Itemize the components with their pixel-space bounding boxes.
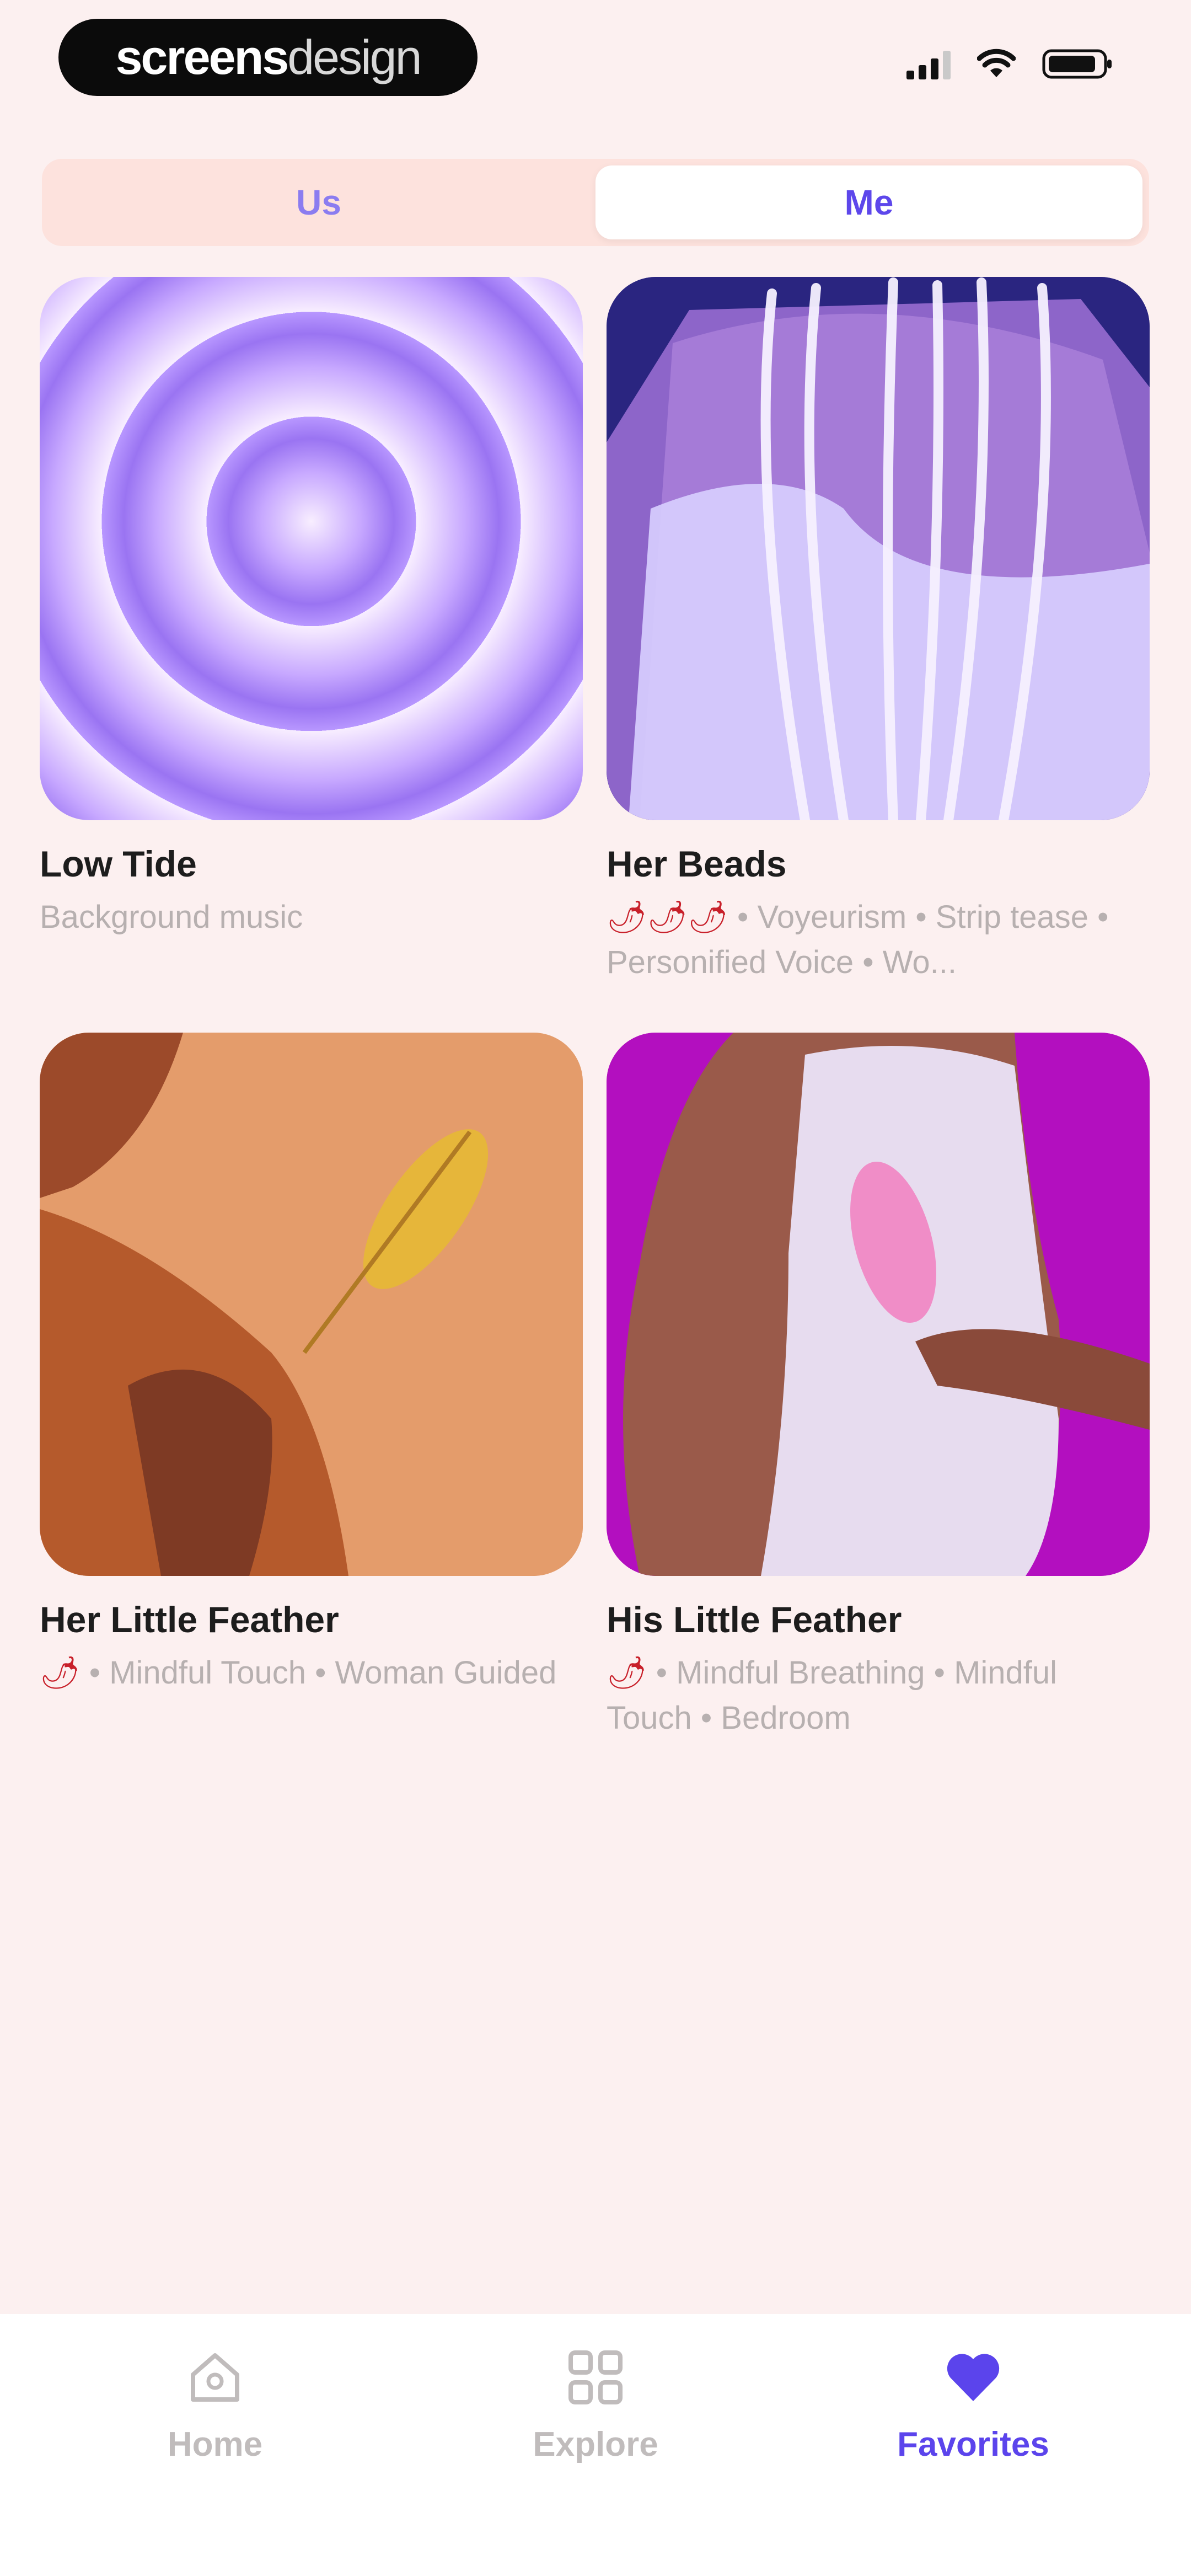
bottom-navigation: Home Explore Favorites: [0, 2314, 1191, 2576]
status-bar: screens design: [0, 0, 1191, 121]
logo-text-bold: screens: [115, 30, 289, 84]
wifi-icon: [977, 49, 1016, 77]
low-tide-artwork: [40, 277, 583, 820]
status-icons: [906, 47, 1114, 81]
card-meta: 🌶🌶🌶 • Voyeurism • Strip tease • Personif…: [607, 895, 1150, 985]
her-beads-artwork: [607, 277, 1150, 820]
nav-explore-label: Explore: [533, 2425, 658, 2463]
nav-favorites[interactable]: Favorites: [874, 2347, 1072, 2464]
card-meta: Background music: [40, 895, 583, 940]
segment-me[interactable]: Me: [596, 165, 1142, 239]
card-tags: • Mindful Touch • Woman Guided: [80, 1655, 557, 1691]
her-beads-illustration: [607, 277, 1150, 820]
nav-favorites-label: Favorites: [897, 2425, 1049, 2463]
card-low-tide[interactable]: Low Tide Background music: [40, 277, 583, 940]
feather-illustration: [40, 1033, 583, 1576]
card-her-little-feather[interactable]: Her Little Feather 🌶 • Mindful Touch • W…: [40, 1033, 583, 1696]
card-title: Her Beads: [607, 843, 787, 884]
her-little-feather-artwork: [40, 1033, 583, 1576]
card-meta: 🌶 • Mindful Breathing • Mindful Touch • …: [607, 1650, 1150, 1741]
screensdesign-logo: screens design: [58, 19, 478, 96]
nav-explore[interactable]: Explore: [496, 2347, 695, 2464]
his-little-feather-artwork: [607, 1033, 1150, 1576]
card-meta: 🌶 • Mindful Touch • Woman Guided: [40, 1650, 583, 1696]
card-tags: Background music: [40, 899, 303, 936]
card-tags: • Mindful Breathing • Mindful Touch • Be…: [607, 1655, 1058, 1736]
segment-us[interactable]: Us: [49, 165, 589, 239]
favorites-screen: screensdesign Us Me Low Tide Background: [0, 0, 1191, 2576]
feather-back-illustration: [607, 1033, 1150, 1576]
home-icon: [191, 2353, 239, 2402]
nav-home-label: Home: [167, 2425, 263, 2463]
heart-icon: [947, 2354, 1000, 2401]
us-me-segmented-control: Us Me: [42, 159, 1149, 246]
nav-home[interactable]: Home: [116, 2347, 314, 2464]
chili-rating: 🌶: [607, 1655, 647, 1691]
logo-text-light: design: [287, 30, 422, 84]
chili-rating: 🌶: [40, 1655, 81, 1691]
card-title: Her Little Feather: [40, 1599, 339, 1640]
card-title: His Little Feather: [607, 1599, 902, 1640]
chili-rating: 🌶🌶🌶: [607, 899, 728, 936]
battery-icon: [1042, 49, 1112, 79]
card-her-beads[interactable]: Her Beads 🌶🌶🌶 • Voyeurism • Strip tease …: [607, 277, 1150, 985]
signal-icon: [906, 49, 951, 79]
card-his-little-feather[interactable]: His Little Feather 🌶 • Mindful Breathing…: [607, 1033, 1150, 1741]
grid-icon: [568, 2350, 623, 2404]
card-title: Low Tide: [40, 843, 197, 884]
